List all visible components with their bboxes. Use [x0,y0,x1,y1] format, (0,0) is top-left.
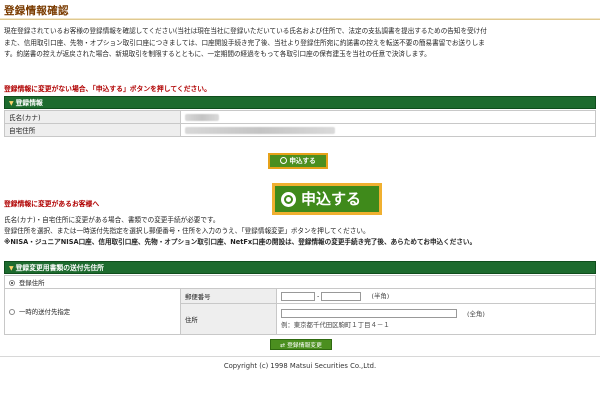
swap-arrows-icon: ⇄ [280,342,286,349]
registered-address-label: 登録住所 [19,278,45,287]
triangle-down-icon: ▼ [9,265,14,272]
change-line-1: 氏名(カナ)・自宅住所に変更がある場合、書類での変更手続が必要です。 [4,216,220,224]
name-kana-label: 氏名(カナ) [4,110,181,124]
mailing-section-title: 登録変更用書類の送付先住所 [15,264,104,272]
change-notice-title: 登録情報に変更があるお客様へ [4,200,100,208]
triangle-down-icon: ▼ [9,100,14,107]
copyright: Copyright (c) 1998 Matsui Securities Co.… [223,362,377,370]
apply-button-zoomed[interactable]: 申込する [272,183,382,215]
change-notice-body: 氏名(カナ)・自宅住所に変更がある場合、書類での変更手続が必要です。 登録住所を… [4,215,596,248]
change-line-2: 登録住所を選択、または一時送付先指定を選択し郵便番号・住所を入力のうえ、「登録情… [4,227,370,235]
intro-line-1: 現在登録されているお客様の登録情報を確認してください(当社は現在当社に登録いただ… [4,27,487,35]
apply-button-label: 申込する [289,157,316,165]
page-title: 登録情報確認 [4,5,69,17]
change-line-3: ※NISA・ジュニアNISA口座、信用取引口座、先物・オプション取引口座、Net… [4,238,477,246]
mailing-section-header: ▼ 登録変更用書類の送付先住所 [4,261,596,274]
apply-button[interactable]: 申込する [268,153,328,169]
registration-section-header: ▼ 登録情報 [4,96,596,109]
table-row: 一時的送付先指定 郵便番号 - (半角) [4,287,596,335]
postal-hint: (半角) [371,292,390,301]
mailing-table: 登録住所 一時的送付先指定 郵便番号 - (半角) 住所 (全角) 例：東京都千… [4,275,596,335]
temporary-address-option[interactable]: 一時的送付先指定 [4,288,181,335]
postal-code-cell: - (半角) [276,287,596,305]
postal-code-first-input[interactable] [281,291,315,301]
table-row: 氏名(カナ) [4,110,596,124]
home-address-value [180,123,596,137]
intro-line-2: また、信用取引口座、先物・オプション取引口座につきましては、口座開設手続き完了後… [4,38,485,47]
address-example: 例：東京都千代田区駒町１丁目４－１ [281,321,390,330]
redacted-value [185,126,335,134]
registration-table: 氏名(カナ) 自宅住所 [4,110,596,137]
apply-button-zoomed-label: 申込する [301,190,362,208]
address-input[interactable] [281,309,457,319]
radio-temporary[interactable] [9,309,15,315]
table-row: 自宅住所 [4,123,596,137]
no-change-note: 登録情報に変更がない場合、「申込する」ボタンを押してください。 [4,85,211,93]
registered-address-option[interactable]: 登録住所 [4,275,596,289]
redacted-value [185,113,219,121]
postal-code-second-input[interactable] [321,291,362,301]
home-address-label: 自宅住所 [4,123,181,137]
postal-code-label: 郵便番号 [180,287,277,305]
address-hint: (全角) [467,309,485,318]
registration-section-title: 登録情報 [15,99,43,107]
address-label: 住所 [180,303,277,335]
footer-divider [0,356,600,357]
circle-icon [280,157,288,164]
intro-text: 現在登録されているお客様の登録情報を確認してください(当社は現在当社に登録いただ… [4,26,596,61]
change-registration-label: 登録情報変更 [287,343,322,349]
radio-registered[interactable] [9,279,15,286]
address-cell: (全角) 例：東京都千代田区駒町１丁目４－１ [276,303,596,335]
intro-line-3: す。約諾書の控えが返戻された場合、新規取引を制限するとともに、一定期間の経過をも… [4,50,431,58]
postal-separator: - [317,292,320,301]
title-divider [0,18,600,20]
table-row: 登録住所 [4,275,596,289]
change-registration-button[interactable]: ⇄ 登録情報変更 [270,339,332,350]
temporary-address-label: 一時的送付先指定 [19,308,71,316]
circle-icon [281,192,296,207]
name-kana-value [180,110,596,124]
